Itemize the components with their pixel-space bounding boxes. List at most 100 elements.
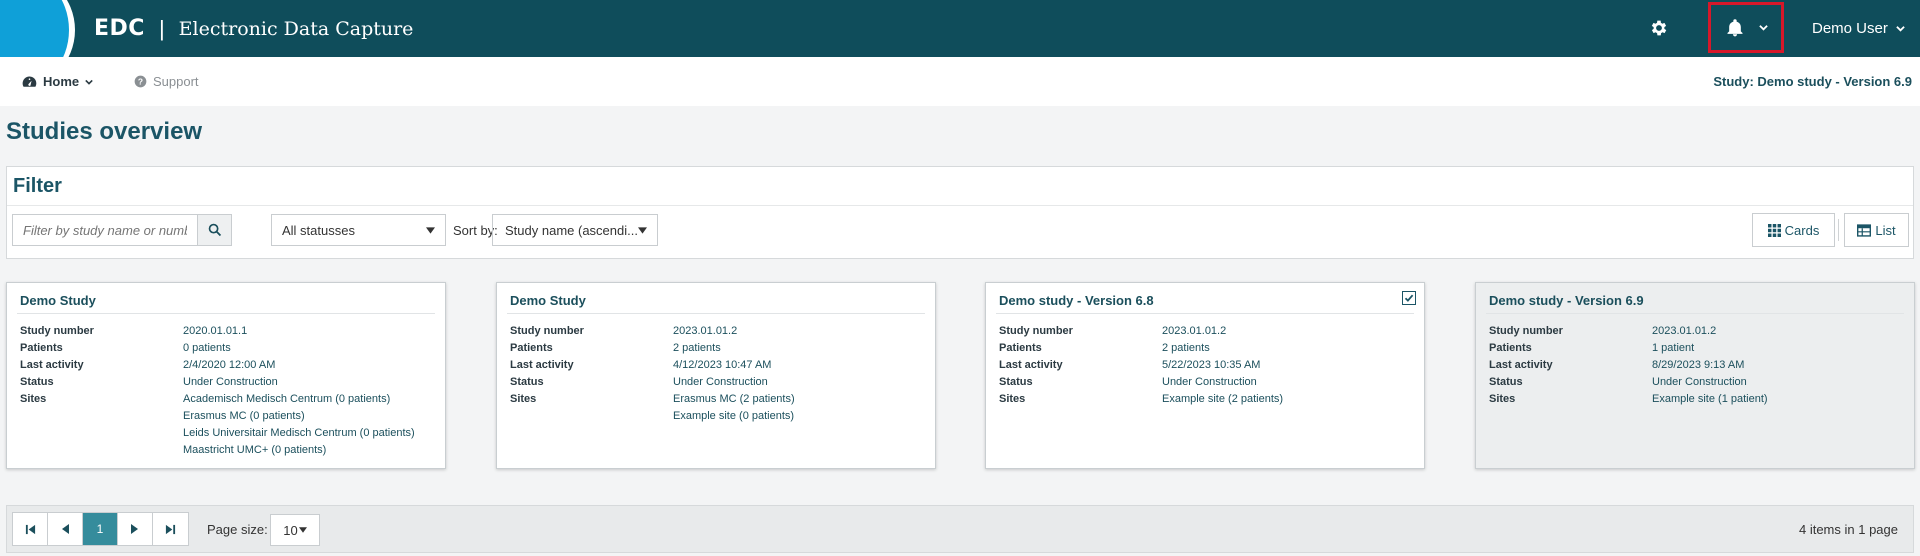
field-label: Last activity xyxy=(1489,359,1553,371)
current-study-label: Study: Demo study - Version 6.9 xyxy=(1713,74,1912,89)
caret-down-icon xyxy=(426,226,435,234)
caret-down-icon xyxy=(638,226,647,234)
field-label: Study number xyxy=(999,325,1073,337)
study-card-details: Study number 2023.01.01.2 Patients 1 patie… xyxy=(1489,323,1904,408)
field-label: Last activity xyxy=(20,359,84,371)
user-menu[interactable]: Demo User xyxy=(1812,0,1905,57)
view-list-button[interactable]: List xyxy=(1844,213,1909,247)
status-select-value: All statusses xyxy=(282,222,355,238)
view-cards-label: Cards xyxy=(1784,222,1820,238)
status-value: Under Construction xyxy=(183,376,278,388)
last-activity-value: 2/4/2020 12:00 AM xyxy=(183,359,276,371)
field-label: Patients xyxy=(510,342,553,354)
chevron-down-icon xyxy=(1896,26,1905,32)
divider xyxy=(7,205,1913,206)
page-size-select[interactable]: 10 xyxy=(270,514,320,546)
filter-panel: Filter All statusses Sort by: Study name… xyxy=(6,166,1914,259)
chevron-down-icon xyxy=(1758,25,1768,31)
last-activity-value: 4/12/2023 10:47 AM xyxy=(673,359,772,371)
check-icon xyxy=(1404,294,1414,302)
caret-left-icon xyxy=(62,524,69,534)
field-label: Status xyxy=(1489,376,1523,388)
study-card-details: Study number 2020.01.01.1 Patients 0 patie… xyxy=(20,323,435,459)
study-number-value: 2020.01.01.1 xyxy=(183,325,248,337)
view-list-label: List xyxy=(1875,222,1896,238)
study-card[interactable]: Demo study - Version 6.8 Study number 202… xyxy=(985,282,1425,469)
pager-info: 4 items in 1 page xyxy=(1798,522,1898,537)
study-card-title: Demo Study xyxy=(20,293,96,308)
field-label: Status xyxy=(20,376,54,388)
field-label: Patients xyxy=(20,342,63,354)
field-label: Patients xyxy=(1489,342,1532,354)
nav-support[interactable]: ? Support xyxy=(134,57,199,106)
status-value: Under Construction xyxy=(1652,376,1747,388)
patients-value: 2 patients xyxy=(673,342,721,354)
brand-long: Electronic Data Capture xyxy=(178,17,414,40)
divider xyxy=(996,313,1414,314)
patients-value: 0 patients xyxy=(183,342,231,354)
nav-home[interactable]: Home xyxy=(22,57,93,106)
study-card[interactable]: Demo study - Version 6.9 Study number 202… xyxy=(1475,282,1915,469)
svg-text:?: ? xyxy=(138,76,143,86)
divider xyxy=(1838,219,1839,241)
study-checkbox[interactable] xyxy=(1402,291,1416,305)
brand-short: EDC xyxy=(94,16,145,41)
first-page-button[interactable] xyxy=(13,513,48,545)
study-number-value: 2023.01.01.2 xyxy=(1162,325,1227,337)
study-card-title: Demo Study xyxy=(510,293,586,308)
field-label: Study number xyxy=(1489,325,1563,337)
pager: 1 Page size: 10 4 items in 1 page xyxy=(6,505,1914,553)
user-name: Demo User xyxy=(1812,20,1888,37)
search-input[interactable] xyxy=(13,215,197,245)
caret-down-icon xyxy=(298,527,307,533)
site-item: Erasmus MC (2 patients) xyxy=(673,393,795,405)
patients-value: 1 patient xyxy=(1652,342,1695,354)
next-page-button[interactable] xyxy=(118,513,153,545)
status-select[interactable]: All statusses xyxy=(271,214,446,246)
dashboard-icon xyxy=(22,76,37,87)
site-item: Maastricht UMC+ (0 patients) xyxy=(183,444,327,456)
nav-support-label: Support xyxy=(153,74,199,89)
study-number-value: 2023.01.01.2 xyxy=(1652,325,1717,337)
field-label: Sites xyxy=(1489,393,1516,405)
study-card[interactable]: Demo Study Study number 2023.01.01.2 Pati… xyxy=(496,282,936,469)
field-label: Patients xyxy=(999,342,1042,354)
table-icon xyxy=(1857,223,1872,237)
field-label: Sites xyxy=(20,393,47,405)
status-value: Under Construction xyxy=(673,376,768,388)
field-label: Sites xyxy=(999,393,1026,405)
study-card-title: Demo study - Version 6.8 xyxy=(999,293,1154,308)
study-card-details: Study number 2023.01.01.2 Patients 2 patie… xyxy=(510,323,925,425)
field-label: Study number xyxy=(510,325,584,337)
last-page-button[interactable] xyxy=(153,513,188,545)
field-label: Sites xyxy=(510,393,537,405)
search-button[interactable] xyxy=(197,215,231,245)
pager-buttons: 1 xyxy=(12,512,189,546)
notifications-button[interactable] xyxy=(1708,2,1784,53)
search-icon xyxy=(208,223,221,237)
view-cards-button[interactable]: Cards xyxy=(1752,213,1835,247)
divider xyxy=(507,313,925,314)
filter-title: Filter xyxy=(13,175,62,197)
site-item: Leids Universitair Medisch Centrum (0 pa… xyxy=(183,427,415,439)
site-item: Example site (1 patient) xyxy=(1652,393,1768,405)
prev-page-button[interactable] xyxy=(48,513,83,545)
top-bar: EDC | Electronic Data Capture Demo User xyxy=(0,0,1920,90)
first-page-icon xyxy=(25,524,35,534)
sort-select[interactable]: Study name (ascendi... xyxy=(492,214,658,246)
divider xyxy=(1486,313,1904,314)
field-label: Last activity xyxy=(510,359,574,371)
settings-button[interactable] xyxy=(1645,14,1673,42)
question-circle-icon: ? xyxy=(134,75,147,88)
study-card[interactable]: Demo Study Study number 2020.01.01.1 Pati… xyxy=(6,282,446,469)
chevron-down-icon xyxy=(85,79,93,85)
patients-value: 2 patients xyxy=(1162,342,1210,354)
gear-icon xyxy=(1651,20,1667,36)
site-item: Example site (0 patients) xyxy=(673,410,795,422)
page-title: Studies overview xyxy=(6,118,203,145)
page-number-button[interactable]: 1 xyxy=(83,513,118,545)
brand-separator: | xyxy=(158,15,165,41)
app-brand[interactable]: EDC | Electronic Data Capture xyxy=(94,0,413,57)
divider xyxy=(17,313,435,314)
page-size-label: Page size: xyxy=(207,522,268,537)
